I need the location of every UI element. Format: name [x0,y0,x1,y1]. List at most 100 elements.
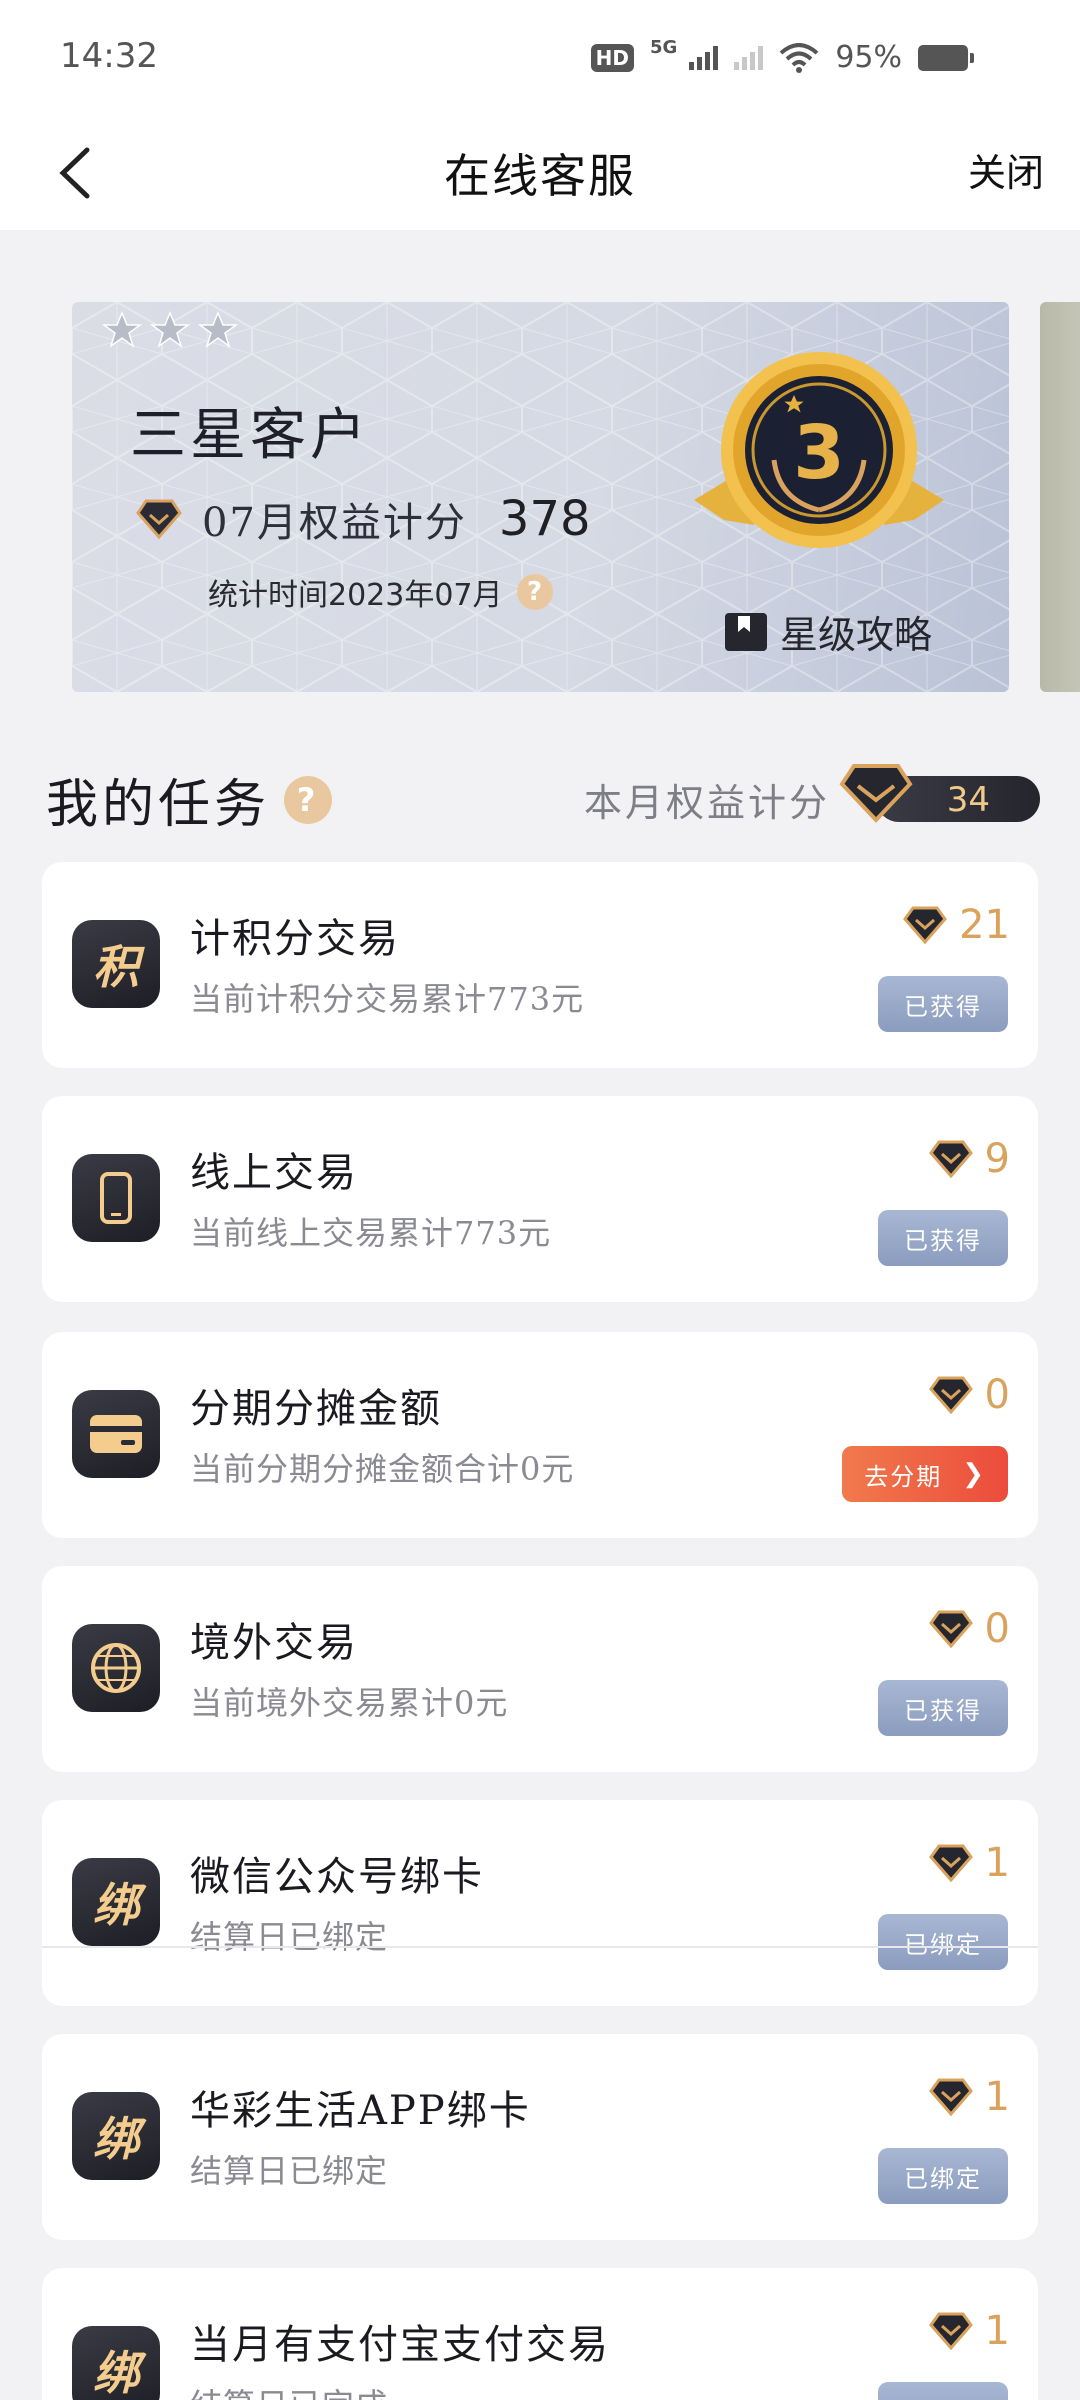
task-desc: 当前分期分摊金额合计0元 [190,1450,575,1488]
star-guide-label: 星级攻略 [780,613,933,657]
chevron-right-icon: ❯ [962,1459,986,1489]
task-name: 华彩生活APP绑卡 [190,2088,531,2134]
task-card[interactable]: 绑 微信公众号绑卡 结算日已绑定 1 已绑定 [42,1800,1038,2006]
task-score: 1 [928,2074,1010,2120]
stat-date: 统计时间2023年07月 [208,578,503,613]
battery-icon [918,44,974,71]
task-card[interactable]: 绑 华彩生活APP绑卡 结算日已绑定 1 已绑定 [42,2034,1038,2240]
hd-icon: HD [590,43,634,72]
medal-icon: 3 [694,352,944,548]
gem-icon [136,499,182,539]
phone-icon [72,1154,160,1242]
star-icon [150,311,190,348]
task-score: 21 [903,902,1010,948]
status-badge[interactable]: 已绑定 [878,1914,1008,1970]
task-desc: 结算日已绑定 [190,2152,389,2190]
task-desc: 当前境外交易累计0元 [190,1684,509,1722]
task-name: 境外交易 [190,1620,358,1666]
signal-icon [689,45,719,70]
customer-tier: 三星客户 [130,403,370,468]
bind-icon: 绑 [72,2326,160,2400]
points-label: 07月权益计分 [202,500,467,546]
star-rating [102,310,238,350]
task-score-value: 1 [984,1840,1010,1886]
points-icon: 积 [72,920,160,1008]
wifi-icon [779,42,819,73]
next-banner-peek[interactable] [1040,302,1080,692]
task-desc: 结算日已绑定 [190,1918,389,1956]
task-score: 0 [928,1372,1010,1418]
card-icon [90,1415,142,1453]
task-score-value: 1 [984,2074,1010,2120]
task-desc: 结算日已完成 [190,2380,388,2400]
status-badge[interactable]: 已完成 [878,2382,1008,2400]
tasks-header: 我的任务 ? [46,762,333,837]
card-icon [72,1390,160,1478]
page-title: 在线客服 [444,149,636,203]
gem-icon [928,2078,973,2116]
network-type: 5G [650,37,678,58]
medal-number: 3 [793,410,845,496]
gem-icon [928,1844,973,1882]
tasks-title: 我的任务 [46,775,271,835]
signal-secondary-icon [734,45,764,70]
star-icon [102,311,142,348]
status-badge[interactable]: 已绑定 [878,2148,1008,2204]
star-level-banner[interactable]: 三星客户 07月权益计分 378 统计时间2023年07月 ? 3 星级攻略 [72,302,1009,692]
task-name: 线上交易 [190,1150,358,1196]
gem-icon [928,2312,973,2350]
help-icon[interactable]: ? [516,574,553,610]
gem-icon [928,1140,973,1178]
task-card[interactable]: 境外交易 当前境外交易累计0元 0 已获得 [42,1566,1038,1772]
book-icon [725,612,767,651]
help-icon[interactable]: ? [284,775,333,824]
star-guide-link[interactable]: 星级攻略 [724,604,932,659]
battery-percent: 95% [835,40,902,75]
task-desc: 当前计积分交易累计773元 [190,980,585,1018]
status-icons: HD 5G 95% [590,37,974,75]
task-card[interactable]: 线上交易 当前线上交易累计773元 9 已获得 [42,1096,1038,1302]
gem-icon [903,906,948,944]
task-score-value: 0 [984,1372,1010,1418]
star-icon [198,311,238,348]
gem-icon [928,1610,973,1648]
task-card[interactable]: 绑 当月有支付宝支付交易 结算日已完成 1 已完成 [42,2268,1038,2400]
status-badge[interactable]: 已获得 [878,976,1008,1032]
task-score-value: 9 [984,1136,1010,1182]
date-row: 统计时间2023年07月 ? [208,570,553,614]
cta-label: 去分期 [864,1462,943,1491]
task-name: 分期分摊金额 [190,1386,442,1432]
phone-icon [100,1172,132,1224]
task-name: 当月有支付宝支付交易 [190,2322,610,2368]
task-score: 1 [928,1840,1010,1886]
task-score: 1 [928,2308,1010,2354]
task-score-value: 1 [984,2308,1010,2354]
globe-icon [72,1624,160,1712]
installment-cta-button[interactable]: 去分期 ❯ [842,1446,1008,1502]
task-name: 计积分交易 [190,916,400,962]
bind-icon: 绑 [72,2092,160,2180]
gem-icon [839,764,913,823]
task-score: 9 [928,1136,1010,1182]
gem-icon [928,1376,973,1414]
status-bar: 14:32 HD 5G 95% [0,0,1080,118]
task-card[interactable]: 积 计积分交易 当前计积分交易累计773元 21 已获得 [42,862,1038,1068]
month-score-label: 本月权益计分 [584,781,831,825]
status-time: 14:32 [60,36,158,76]
close-button[interactable]: 关闭 [968,142,1044,197]
task-card[interactable]: 分期分摊金额 当前分期分摊金额合计0元 0 去分期 ❯ [42,1332,1038,1538]
month-score-value: 34 [946,780,990,820]
status-badge[interactable]: 已获得 [878,1210,1008,1266]
task-desc: 当前线上交易累计773元 [190,1214,552,1252]
points-value: 378 [498,491,591,547]
divider [42,1946,1038,1948]
points-row: 07月权益计分 378 [136,490,591,548]
status-badge[interactable]: 已获得 [878,1680,1008,1736]
task-score-value: 0 [984,1606,1010,1652]
bind-icon: 绑 [72,1858,160,1946]
task-score-value: 21 [959,902,1010,948]
task-score: 0 [928,1606,1010,1652]
task-name: 微信公众号绑卡 [190,1854,484,1900]
globe-icon [91,1643,141,1693]
nav-bar: 在线客服 关闭 [0,118,1080,230]
